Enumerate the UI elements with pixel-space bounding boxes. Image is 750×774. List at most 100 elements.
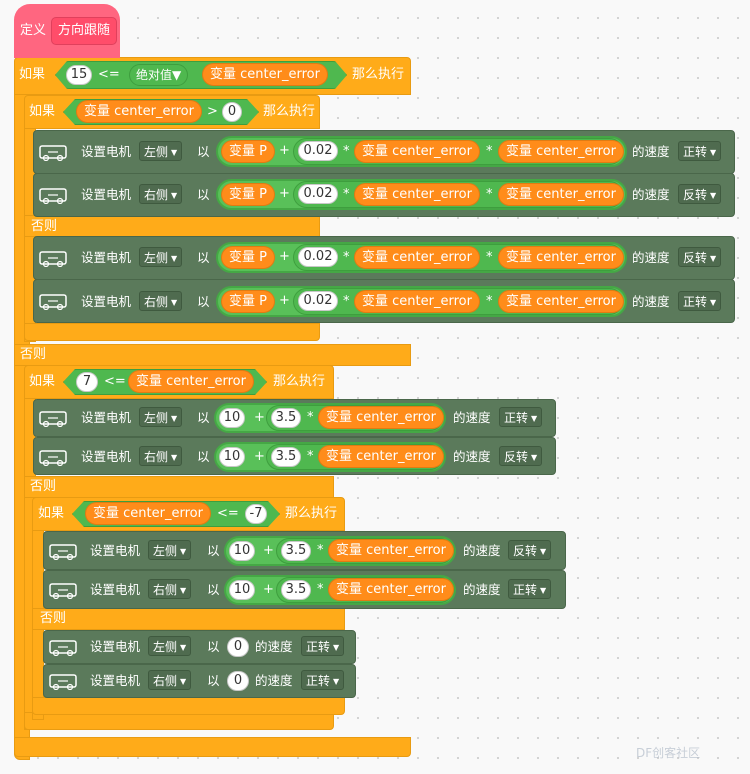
rotation-dropdown[interactable]: 正转 ▼ <box>678 141 722 161</box>
plus-operator-sign: + <box>279 249 290 264</box>
speed-label: 的速度 <box>453 449 491 464</box>
variable-center-error[interactable]: 变量 center_error <box>202 63 328 86</box>
rotation-label: 正转 <box>504 411 529 425</box>
variable-center-error[interactable]: 变量 center_error <box>498 183 624 206</box>
speed-label: 的速度 <box>453 410 491 425</box>
rotation-label: 反转 <box>513 544 538 558</box>
rotation-dropdown[interactable]: 反转 ▼ <box>678 184 722 204</box>
variable-center-error[interactable]: 变量 center_error <box>128 370 254 393</box>
motor-side-label: 左侧 <box>153 640 178 654</box>
variable-center-error[interactable]: 变量 center_error <box>318 445 444 468</box>
variable-center-error[interactable]: 变量 center_error <box>328 539 454 562</box>
number-input[interactable]: 0.02 <box>298 184 338 204</box>
number-input[interactable]: 7 <box>76 372 98 392</box>
motor-side-label: 右侧 <box>144 295 169 309</box>
else-label: 否则 <box>40 611 67 626</box>
caret-down-icon: ▼ <box>531 453 538 462</box>
motor-side-label: 右侧 <box>153 674 178 688</box>
motor-icon <box>39 411 67 427</box>
set-motor-label: 设置电机 <box>90 639 141 654</box>
caret-down-icon: ▼ <box>333 643 340 652</box>
rotation-dropdown[interactable]: 反转 ▼ <box>499 446 543 466</box>
number-input[interactable]: 0 <box>227 671 249 691</box>
by-label: 以 <box>197 187 210 202</box>
by-label: 以 <box>207 639 220 654</box>
define-name[interactable]: 方向跟随 <box>51 17 118 45</box>
number-input[interactable]: 3.5 <box>271 408 301 428</box>
motor-side-label: 左侧 <box>153 544 178 558</box>
number-input[interactable]: 3.5 <box>271 447 301 467</box>
motor-side-dropdown[interactable]: 右侧 ▼ <box>148 579 192 599</box>
number-input[interactable]: 0 <box>227 637 249 657</box>
motor-side-dropdown[interactable]: 右侧 ▼ <box>139 184 183 204</box>
number-input[interactable]: 10 <box>219 408 245 428</box>
motor-side-label: 右侧 <box>144 188 169 202</box>
motor-side-dropdown[interactable]: 左侧 ▼ <box>139 247 183 267</box>
motor-side-dropdown[interactable]: 右侧 ▼ <box>148 670 192 690</box>
motor-icon <box>49 640 77 656</box>
number-input[interactable]: 10 <box>229 580 255 600</box>
variable-center-error[interactable]: 变量 center_error <box>354 140 480 163</box>
variable-center-error[interactable]: 变量 center_error <box>498 290 624 313</box>
rotation-dropdown[interactable]: 反转 ▼ <box>508 540 552 560</box>
motor-icon <box>39 450 67 466</box>
variable-p[interactable]: 变量 P <box>221 290 275 313</box>
caret-down-icon: ▼ <box>333 677 340 686</box>
rotation-label: 正转 <box>306 640 331 654</box>
variable-center-error[interactable]: 变量 center_error <box>76 100 202 123</box>
motor-side-dropdown[interactable]: 左侧 ▼ <box>148 636 192 656</box>
motor-icon <box>49 544 77 560</box>
number-input[interactable]: 0.02 <box>298 291 338 311</box>
variable-center-error[interactable]: 变量 center_error <box>498 140 624 163</box>
number-input[interactable]: 0 <box>222 102 242 122</box>
else-label: 否则 <box>30 479 57 494</box>
number-input[interactable]: 3.5 <box>281 580 311 600</box>
number-input[interactable]: 0.02 <box>298 247 338 267</box>
number-input[interactable]: 15 <box>66 65 92 85</box>
else-label: 否则 <box>31 219 58 234</box>
motor-icon <box>39 188 67 204</box>
number-input[interactable]: 0.02 <box>298 141 338 161</box>
then-label: 那么执行 <box>273 374 326 389</box>
rotation-dropdown[interactable]: 正转 ▼ <box>301 636 345 656</box>
set-motor-label: 设置电机 <box>81 144 132 159</box>
variable-center-error[interactable]: 变量 center_error <box>85 502 211 525</box>
variable-p[interactable]: 变量 P <box>221 246 275 269</box>
number-input[interactable]: 10 <box>219 447 245 467</box>
rotation-dropdown[interactable]: 反转 ▼ <box>678 247 722 267</box>
rotation-dropdown[interactable]: 正转 ▼ <box>678 291 722 311</box>
rotation-dropdown[interactable]: 正转 ▼ <box>508 579 552 599</box>
motor-side-dropdown[interactable]: 左侧 ▼ <box>139 407 183 427</box>
times-operator-sign: * <box>486 144 493 159</box>
rotation-dropdown[interactable]: 正转 ▼ <box>301 670 345 690</box>
number-input[interactable]: 3.5 <box>281 541 311 561</box>
number-input[interactable]: -7 <box>245 504 267 524</box>
else-bar-outer <box>14 344 411 366</box>
else-bar-inner-1 <box>24 215 320 237</box>
rotation-label: 正转 <box>683 145 708 159</box>
motor-icon <box>39 294 67 310</box>
caret-down-icon: ▼ <box>171 254 178 263</box>
by-label: 以 <box>197 294 210 309</box>
variable-center-error[interactable]: 变量 center_error <box>328 578 454 601</box>
times-operator-sign: * <box>343 187 350 202</box>
variable-center-error[interactable]: 变量 center_error <box>354 183 480 206</box>
variable-center-error[interactable]: 变量 center_error <box>354 290 480 313</box>
times-operator-sign: * <box>343 250 350 265</box>
abs-function-dropdown[interactable]: 绝对值▼ <box>129 64 189 86</box>
variable-center-error[interactable]: 变量 center_error <box>498 246 624 269</box>
rotation-dropdown[interactable]: 正转 ▼ <box>499 407 543 427</box>
variable-center-error[interactable]: 变量 center_error <box>318 406 444 429</box>
times-operator-sign: * <box>486 187 493 202</box>
variable-center-error[interactable]: 变量 center_error <box>354 246 480 269</box>
variable-p[interactable]: 变量 P <box>221 183 275 206</box>
number-input[interactable]: 10 <box>229 541 255 561</box>
motor-side-dropdown[interactable]: 右侧 ▼ <box>139 291 183 311</box>
le-operator: <= <box>104 374 126 389</box>
motor-side-dropdown[interactable]: 左侧 ▼ <box>148 540 192 560</box>
by-label: 以 <box>207 673 220 688</box>
variable-p[interactable]: 变量 P <box>221 140 275 163</box>
motor-side-dropdown[interactable]: 左侧 ▼ <box>139 141 183 161</box>
then-label: 那么执行 <box>263 104 316 119</box>
motor-side-dropdown[interactable]: 右侧 ▼ <box>139 446 183 466</box>
